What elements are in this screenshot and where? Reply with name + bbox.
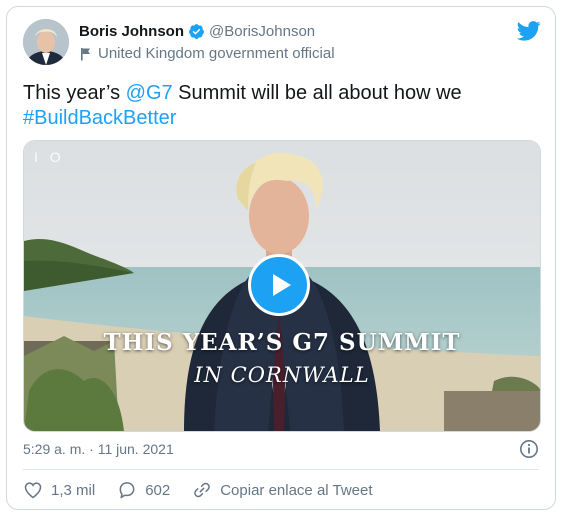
heart-icon <box>24 482 42 499</box>
video-caption-line-1: THIS YEAR’S G7 SUMMIT <box>103 329 461 356</box>
like-button[interactable]: 1,3 mil <box>23 480 95 500</box>
action-bar: 1,3 mil 602 Copiar enlace al Tweet <box>23 480 395 500</box>
reply-count: 602 <box>145 481 171 499</box>
tweet-text-part: This year’s <box>23 82 126 104</box>
reply-bubble-icon <box>119 482 135 499</box>
play-icon <box>273 274 291 296</box>
link-icon <box>194 482 211 498</box>
video-caption-line-2: IN CORNWALL <box>194 363 370 387</box>
flag-icon <box>79 47 93 61</box>
government-label[interactable]: United Kingdom government official <box>98 45 335 62</box>
channel-watermark: I O <box>34 149 65 165</box>
play-button[interactable] <box>248 254 310 316</box>
divider <box>23 469 539 470</box>
author-name[interactable]: Boris Johnson <box>79 23 184 40</box>
copy-link-label: Copiar enlace al Tweet <box>220 481 373 499</box>
author-handle[interactable]: @BorisJohnson <box>209 23 315 40</box>
tweet-text: This year’s @G7 Summit will be all about… <box>23 81 533 131</box>
avatar[interactable] <box>23 19 69 65</box>
reply-button[interactable]: 602 <box>117 480 170 500</box>
video-player[interactable]: I O THIS YEAR’S G7 SUMMIT IN CORNWALL <box>23 140 541 432</box>
mention-link[interactable]: @G7 <box>126 82 173 104</box>
tweet-card[interactable]: Boris Johnson @BorisJohnson United Kingd… <box>6 6 556 510</box>
info-icon[interactable] <box>519 439 539 459</box>
hashtag-link[interactable]: #BuildBackBetter <box>23 107 176 129</box>
tweet-timestamp[interactable]: 5:29 a. m. · 11 jun. 2021 <box>23 441 174 457</box>
tweet-text-part: Summit will be all about how we <box>172 82 462 104</box>
copy-link-button[interactable]: Copiar enlace al Tweet <box>192 480 373 500</box>
avatar-image <box>23 19 69 65</box>
like-count: 1,3 mil <box>51 481 96 499</box>
verified-badge-icon <box>188 23 205 40</box>
twitter-bird-icon[interactable] <box>516 21 541 41</box>
